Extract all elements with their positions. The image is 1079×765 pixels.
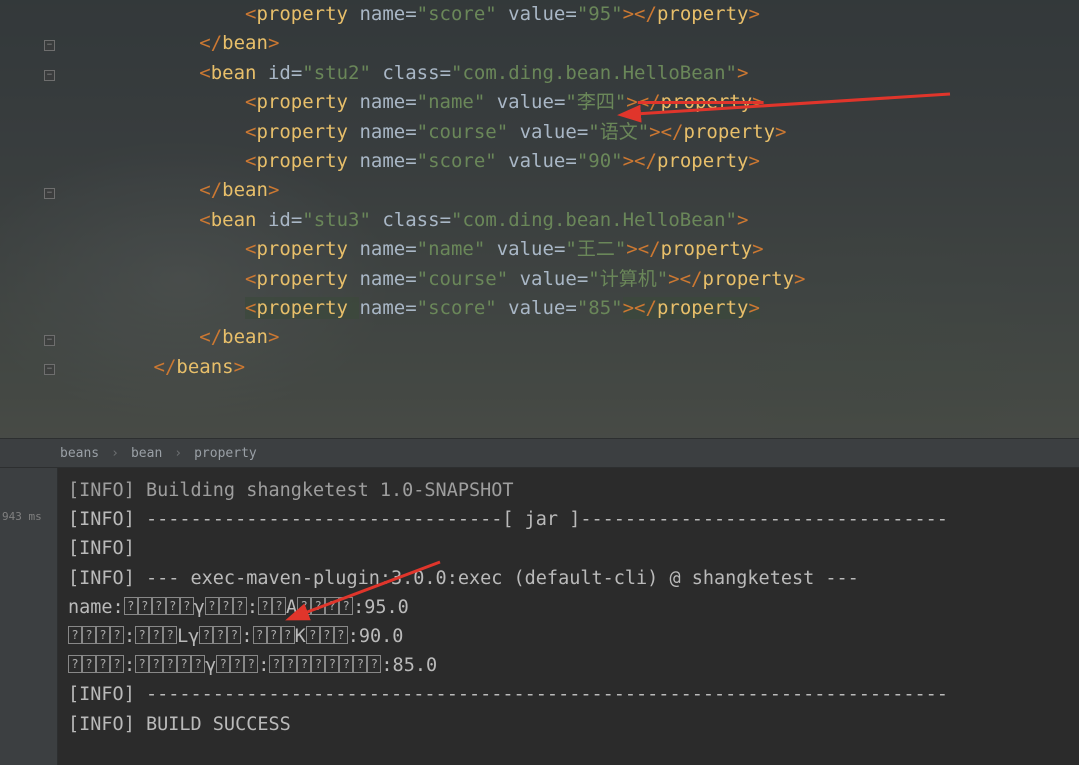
code-line[interactable]: <property name="score" value="90"></prop… [62, 147, 1079, 176]
console-line: [INFO] [68, 534, 1071, 563]
replacement-char [219, 597, 233, 615]
console-line: name:γ:A:95.0 [68, 593, 1071, 622]
replacement-char [138, 597, 152, 615]
code-line[interactable]: <bean id="stu2" class="com.ding.bean.Hel… [62, 59, 1079, 88]
replacement-char [297, 597, 311, 615]
breadcrumb-item[interactable]: beans [60, 446, 99, 461]
replacement-char [306, 626, 320, 644]
console-line: [INFO] BUILD SUCCESS [68, 710, 1071, 739]
code-line[interactable]: <property name="name" value="王二"></prope… [62, 235, 1079, 264]
code-line[interactable]: </bean> [62, 176, 1079, 205]
replacement-char [272, 597, 286, 615]
code-line[interactable]: </beans> [62, 353, 1079, 382]
replacement-char [267, 626, 281, 644]
replacement-char [149, 655, 163, 673]
console-line: :γ::85.0 [68, 651, 1071, 680]
code-line[interactable]: <property name="course" value="语文"></pro… [62, 118, 1079, 147]
console-line: :Lγ:K:90.0 [68, 622, 1071, 651]
replacement-char [297, 655, 311, 673]
replacement-char [283, 655, 297, 673]
code-line[interactable]: </bean> [62, 323, 1079, 352]
replacement-char [180, 597, 194, 615]
replacement-char [334, 626, 348, 644]
replacement-char [311, 597, 325, 615]
replacement-char [96, 626, 110, 644]
chevron-right-icon: › [111, 446, 119, 461]
code-line[interactable]: <property name="name" value="李四"></prope… [62, 88, 1079, 117]
breadcrumb: beans › bean › property [0, 438, 1079, 468]
fold-handle[interactable] [44, 70, 55, 81]
replacement-char [135, 655, 149, 673]
replacement-char [216, 655, 230, 673]
run-tool-window: 943 ms [INFO] Building shangketest 1.0-S… [0, 468, 1079, 765]
chevron-right-icon: › [174, 446, 182, 461]
breadcrumb-item[interactable]: property [194, 446, 257, 461]
replacement-char [82, 626, 96, 644]
replacement-char [149, 626, 163, 644]
replacement-char [110, 655, 124, 673]
replacement-char [124, 597, 138, 615]
replacement-char [244, 655, 258, 673]
replacement-char [205, 597, 219, 615]
replacement-char [269, 655, 283, 673]
replacement-char [353, 655, 367, 673]
fold-handle[interactable] [44, 364, 55, 375]
replacement-char [325, 655, 339, 673]
replacement-char [135, 626, 149, 644]
replacement-char [253, 626, 267, 644]
replacement-char [281, 626, 295, 644]
replacement-char [311, 655, 325, 673]
replacement-char [177, 655, 191, 673]
replacement-char [227, 626, 241, 644]
console-output[interactable]: [INFO] Building shangketest 1.0-SNAPSHOT… [58, 468, 1079, 765]
fold-handle[interactable] [44, 40, 55, 51]
code-line[interactable]: <property name="course" value="计算机"></pr… [62, 265, 1079, 294]
replacement-char [213, 626, 227, 644]
console-line: [INFO] --- exec-maven-plugin:3.0.0:exec … [68, 564, 1071, 593]
breadcrumb-item[interactable]: bean [131, 446, 162, 461]
replacement-char [320, 626, 334, 644]
run-sidebar: 943 ms [0, 468, 58, 765]
code-line[interactable]: <bean id="stu3" class="com.ding.bean.Hel… [62, 206, 1079, 235]
code-line[interactable]: </bean> [62, 29, 1079, 58]
replacement-char [96, 655, 110, 673]
replacement-char [325, 597, 339, 615]
replacement-char [367, 655, 381, 673]
replacement-char [230, 655, 244, 673]
replacement-char [163, 626, 177, 644]
replacement-char [258, 597, 272, 615]
console-line: [INFO] --------------------------------[… [68, 505, 1071, 534]
editor-gutter [0, 0, 58, 470]
replacement-char [339, 597, 353, 615]
build-time-label: 943 ms [2, 510, 42, 523]
replacement-char [82, 655, 96, 673]
replacement-char [68, 626, 82, 644]
console-line: [INFO] Building shangketest 1.0-SNAPSHOT [68, 476, 1071, 505]
fold-handle[interactable] [44, 188, 55, 199]
replacement-char [152, 597, 166, 615]
code-editor[interactable]: <property name="score" value="95"></prop… [0, 0, 1079, 440]
replacement-char [199, 626, 213, 644]
code-line[interactable]: <property name="score" value="95"></prop… [62, 0, 1079, 29]
replacement-char [110, 626, 124, 644]
fold-handle[interactable] [44, 335, 55, 346]
console-line: [INFO] ---------------------------------… [68, 680, 1071, 709]
replacement-char [233, 597, 247, 615]
code-line[interactable]: <property name="score" value="85"></prop… [62, 294, 1079, 323]
replacement-char [339, 655, 353, 673]
replacement-char [166, 597, 180, 615]
replacement-char [163, 655, 177, 673]
replacement-char [191, 655, 205, 673]
replacement-char [68, 655, 82, 673]
